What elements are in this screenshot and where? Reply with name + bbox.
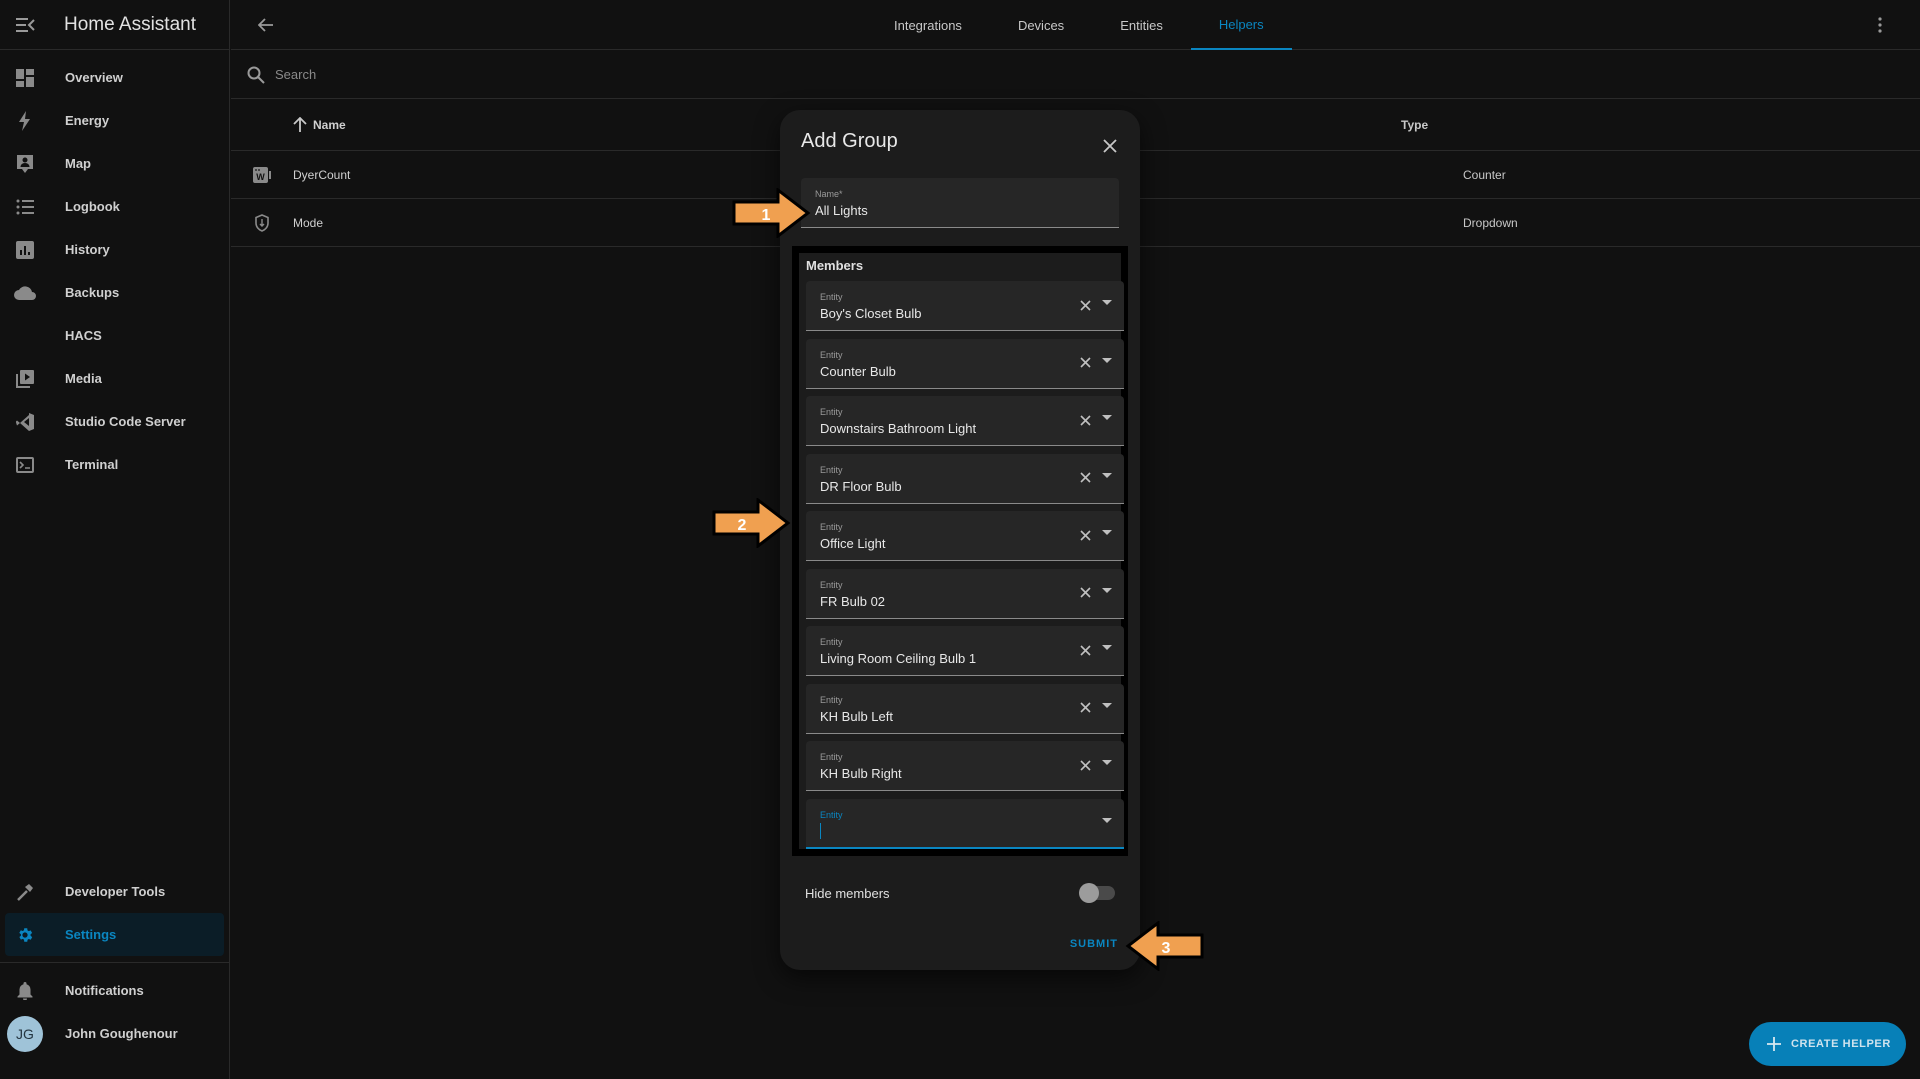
field-value: Counter Bulb [820,363,896,379]
add-member-entity-field[interactable]: Entity [806,798,1124,849]
member-entity-field[interactable]: Entity Office Light [806,511,1124,561]
field-label: Entity [820,752,843,762]
field-label: Name* [815,189,843,199]
dropdown-arrow-icon[interactable] [1102,472,1112,478]
callout-arrow-2: 2 [712,498,791,548]
field-value: All Lights [815,203,868,218]
field-label: Entity [820,464,843,475]
callout-arrow-1: 1 [732,188,811,238]
member-entity-field[interactable]: Entity Downstairs Bathroom Light [806,396,1124,446]
toggle-knob [1079,883,1099,903]
text-caret [820,822,821,839]
create-helper-label: CREATE HELPER [1791,1038,1891,1050]
clear-icon[interactable] [1076,354,1094,372]
members-section: Members Entity Boy's Closet Bulb Entity Cou… [792,246,1128,856]
field-value: Office Light [820,536,886,551]
field-label: Entity [820,579,843,590]
field-label: Entity [820,292,843,302]
field-value: FR Bulb 02 [820,593,886,609]
member-entity-field[interactable]: Entity Living Room Ceiling Bulb 1 [806,626,1124,676]
member-entity-field[interactable]: Entity KH Bulb Left [806,683,1124,734]
close-icon[interactable] [1098,134,1122,158]
dropdown-arrow-icon[interactable] [1102,415,1112,420]
field-label: Entity [820,407,843,417]
dropdown-arrow-icon[interactable] [1102,817,1112,823]
field-value: Living Room Ceiling Bulb 1 [820,651,977,666]
field-value: Boy's Closet Bulb [820,306,922,321]
dialog-title: Add Group [801,130,898,152]
callout-label: 3 [1162,940,1171,957]
clear-icon[interactable] [1076,411,1094,429]
dropdown-arrow-icon[interactable] [1102,357,1112,363]
clear-icon[interactable] [1076,756,1094,774]
group-name-field[interactable]: Name* All Lights [801,178,1119,228]
field-label: Entity [820,349,843,360]
field-value: KH Bulb Left [820,708,893,724]
clear-icon[interactable] [1076,584,1094,602]
clear-icon[interactable] [1076,526,1094,544]
members-title: Members [806,258,864,273]
field-value: KH Bulb Right [820,766,902,781]
field-label: Entity [820,637,843,647]
callout-label: 2 [738,517,747,534]
dropdown-arrow-icon[interactable] [1102,645,1112,650]
member-entity-field[interactable]: Entity KH Bulb Right [806,741,1124,791]
field-label: Entity [820,522,843,532]
clear-icon[interactable] [1076,296,1094,314]
hide-members-row: Hide members [805,878,1115,908]
clear-icon[interactable] [1076,469,1094,487]
app-root: Home Assistant Overview Energy Map Logbo… [0,0,1920,1079]
callout-label: 1 [762,207,771,224]
member-entity-field[interactable]: Entity DR Floor Bulb [806,453,1124,504]
member-entity-field[interactable]: Entity FR Bulb 02 [806,568,1124,619]
dropdown-arrow-icon[interactable] [1102,760,1112,765]
submit-button[interactable]: SUBMIT [1070,938,1118,950]
hide-members-toggle[interactable] [1079,883,1115,903]
hide-members-label: Hide members [805,885,890,901]
dropdown-arrow-icon[interactable] [1102,530,1112,535]
clear-icon[interactable] [1076,699,1094,717]
dropdown-arrow-icon[interactable] [1102,702,1112,708]
callout-arrow-3: 3 [1125,921,1204,971]
field-label: Entity [820,809,843,820]
add-group-dialog: Add Group Name* All Lights Members Entit… [780,110,1140,970]
create-helper-button[interactable]: CREATE HELPER [1749,1022,1906,1066]
member-entity-field[interactable]: Entity Boy's Closet Bulb [806,281,1124,331]
dropdown-arrow-icon[interactable] [1102,587,1112,593]
field-label: Entity [820,694,843,705]
dropdown-arrow-icon[interactable] [1102,300,1112,305]
clear-icon[interactable] [1076,641,1094,659]
dialog-overlay: Add Group Name* All Lights Members Entit… [0,0,1920,1079]
plus-icon [1767,1037,1781,1051]
field-value: DR Floor Bulb [820,478,902,494]
member-entity-field[interactable]: Entity Counter Bulb [806,338,1124,389]
field-value: Downstairs Bathroom Light [820,421,977,436]
